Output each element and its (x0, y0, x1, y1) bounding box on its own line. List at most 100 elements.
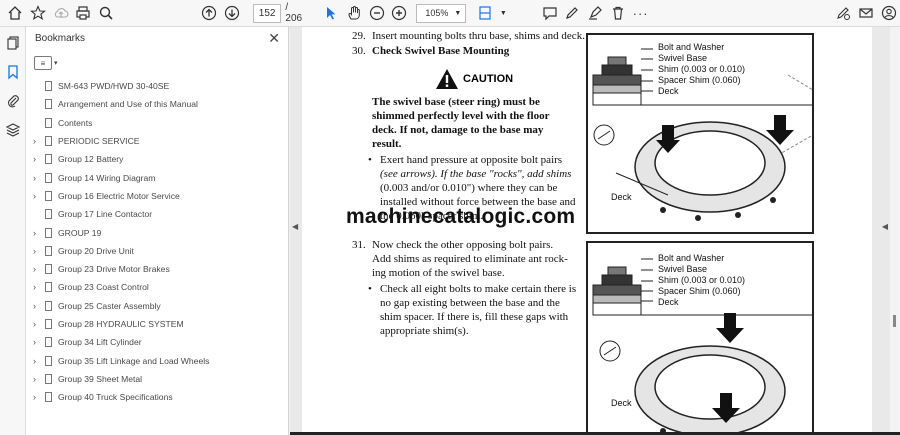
pages-icon[interactable] (0, 30, 26, 56)
bookmark-item[interactable]: Arrangement and Use of this Manual (26, 95, 288, 113)
expand-chevron-icon[interactable]: › (33, 374, 41, 384)
bullet-dot: • (368, 283, 372, 295)
fig1-label-shim: Shim (0.003 or 0.010) (658, 64, 746, 74)
bookmark-page-icon (45, 392, 52, 403)
bookmark-page-icon (45, 319, 52, 329)
bookmark-item[interactable]: › Group 40 Truck Specifications (26, 388, 288, 406)
fit-page-icon[interactable] (474, 1, 497, 25)
bookmark-list: SM-643 PWD/HWD 30-40SE Arrangement and Us… (26, 77, 288, 406)
bookmark-label: Group 16 Electric Motor Service (58, 190, 180, 201)
step-30-number: 30. (352, 45, 366, 57)
bookmark-icon[interactable] (0, 59, 26, 85)
expand-chevron-icon[interactable]: › (33, 154, 41, 164)
chevron-down-icon: ▾ (54, 60, 58, 67)
expand-chevron-icon[interactable]: › (33, 228, 41, 238)
bookmark-label: Group 23 Drive Motor Brakes (58, 264, 170, 275)
expand-chevron-icon[interactable]: › (33, 191, 41, 201)
watermark: machinecatalogic.com (346, 205, 576, 228)
bookmark-item[interactable]: Contents (26, 114, 288, 132)
bookmark-label: Contents (58, 117, 93, 128)
bookmark-item[interactable]: › Group 16 Electric Motor Service (26, 187, 288, 205)
expand-chevron-icon[interactable]: › (33, 264, 41, 274)
bullet1-line-2: (see arrows). If the base "rocks", add s… (380, 168, 572, 180)
bullet2-line-4: appropriate shim(s). (380, 325, 469, 337)
step-30-heading: Check Swivel Base Mounting (372, 45, 510, 57)
step31-line-1: Now check the other opposing bolt pairs. (372, 239, 554, 251)
scrollbar-thumb[interactable] (893, 315, 896, 327)
delete-icon[interactable] (607, 1, 630, 25)
search-icon[interactable] (95, 1, 118, 25)
print-icon[interactable] (72, 1, 95, 25)
collapse-panel-icon[interactable]: ◀ (292, 222, 298, 231)
fig1-label-spacer: Spacer Shim (0.060) (658, 75, 741, 85)
bookmark-item[interactable]: › Group 14 Wiring Diagram (26, 168, 288, 186)
warning-icon (436, 69, 458, 89)
bookmark-options[interactable]: ≡ ▾ (34, 56, 58, 70)
bookmark-label: Group 34 Lift Cylinder (58, 337, 142, 348)
bookmark-item[interactable]: › PERIODIC SERVICE (26, 132, 288, 150)
panel-title: Bookmarks (35, 33, 86, 44)
bookmark-item[interactable]: › Group 12 Battery (26, 150, 288, 168)
bookmark-item[interactable]: › Group 23 Drive Motor Brakes (26, 260, 288, 278)
bookmarks-panel: Bookmarks ✕ ≡ ▾ SM-643 PWD/HWD 30-40SE Ar… (26, 27, 289, 435)
vertical-scrollbar[interactable] (890, 27, 900, 435)
bookmark-item[interactable]: › Group 23 Coast Control (26, 278, 288, 296)
bookmark-item[interactable]: › GROUP 19 (26, 223, 288, 241)
account-icon[interactable] (877, 1, 900, 25)
expand-chevron-icon[interactable]: › (33, 356, 41, 366)
bookmark-page-icon (45, 337, 52, 348)
step-29-number: 29. (352, 30, 366, 42)
expand-chevron-icon[interactable]: › (33, 136, 41, 146)
bookmark-label: Group 35 Lift Linkage and Load Wheels (58, 355, 210, 366)
expand-chevron-icon[interactable]: › (33, 337, 41, 347)
expand-chevron-icon[interactable]: › (33, 246, 41, 256)
expand-chevron-icon[interactable]: › (33, 392, 41, 402)
bookmark-page-icon (45, 282, 52, 293)
more-icon[interactable]: ··· (629, 1, 652, 25)
page-number-input[interactable]: 152 (252, 3, 282, 23)
zoom-out-icon[interactable] (365, 1, 388, 25)
bullet2-line-1: Check all eight bolts to make certain th… (380, 283, 577, 295)
page-up-icon[interactable] (198, 1, 221, 25)
bookmark-item[interactable]: › Group 28 HYDRAULIC SYSTEM (26, 315, 288, 333)
comment-icon[interactable] (538, 1, 561, 25)
star-icon[interactable] (27, 1, 50, 25)
expand-chevron-icon[interactable]: › (33, 173, 41, 183)
bookmark-item[interactable]: › Group 34 Lift Cylinder (26, 333, 288, 351)
mail-icon[interactable] (855, 1, 878, 25)
page-down-icon[interactable] (221, 1, 244, 25)
figure-swivel-base-2: Bolt and Washer Swivel Base Shim (0.003 … (586, 241, 814, 435)
bookmark-page-icon (45, 227, 52, 238)
step31-line-3: ing motion of the swivel base. (372, 267, 505, 279)
expand-chevron-icon[interactable]: › (33, 301, 41, 311)
attachment-icon[interactable] (0, 88, 26, 114)
scroll-mode-icon[interactable]: ▼ (497, 1, 510, 25)
home-icon[interactable] (4, 1, 27, 25)
bookmark-item[interactable]: › Group 39 Sheet Metal (26, 370, 288, 388)
zoom-select[interactable]: 105% ▼ (416, 3, 467, 23)
bookmark-item[interactable]: SM-643 PWD/HWD 30-40SE (26, 77, 288, 95)
caution-line-4: result. (372, 138, 402, 150)
pen-icon[interactable] (561, 1, 584, 25)
zoom-in-icon[interactable] (388, 1, 411, 25)
hand-icon[interactable] (342, 1, 365, 25)
close-icon[interactable]: ✕ (268, 30, 280, 47)
sign-icon[interactable] (832, 1, 855, 25)
bookmark-item[interactable]: › Group 20 Drive Unit (26, 242, 288, 260)
expand-chevron-icon[interactable]: › (33, 282, 41, 292)
bullet2-line-3: shim spacer. If there is, fill these gap… (380, 311, 569, 323)
highlight-icon[interactable] (584, 1, 607, 25)
bookmark-page-icon (45, 117, 52, 128)
collapse-right-icon[interactable]: ◀ (882, 222, 888, 231)
layers-icon[interactable] (0, 117, 26, 143)
bookmark-item[interactable]: › Group 25 Caster Assembly (26, 297, 288, 315)
bookmark-page-icon (45, 190, 52, 201)
bookmark-item[interactable]: Group 17 Line Contactor (26, 205, 288, 223)
expand-chevron-icon[interactable]: › (33, 319, 41, 329)
options-icon[interactable]: ≡ (34, 56, 52, 70)
bookmark-label: PERIODIC SERVICE (58, 136, 140, 147)
cursor-icon[interactable] (320, 1, 343, 25)
fig1-label-bolt: Bolt and Washer (658, 42, 725, 52)
bookmark-item[interactable]: › Group 35 Lift Linkage and Load Wheels (26, 351, 288, 369)
upload-icon[interactable] (49, 1, 72, 25)
